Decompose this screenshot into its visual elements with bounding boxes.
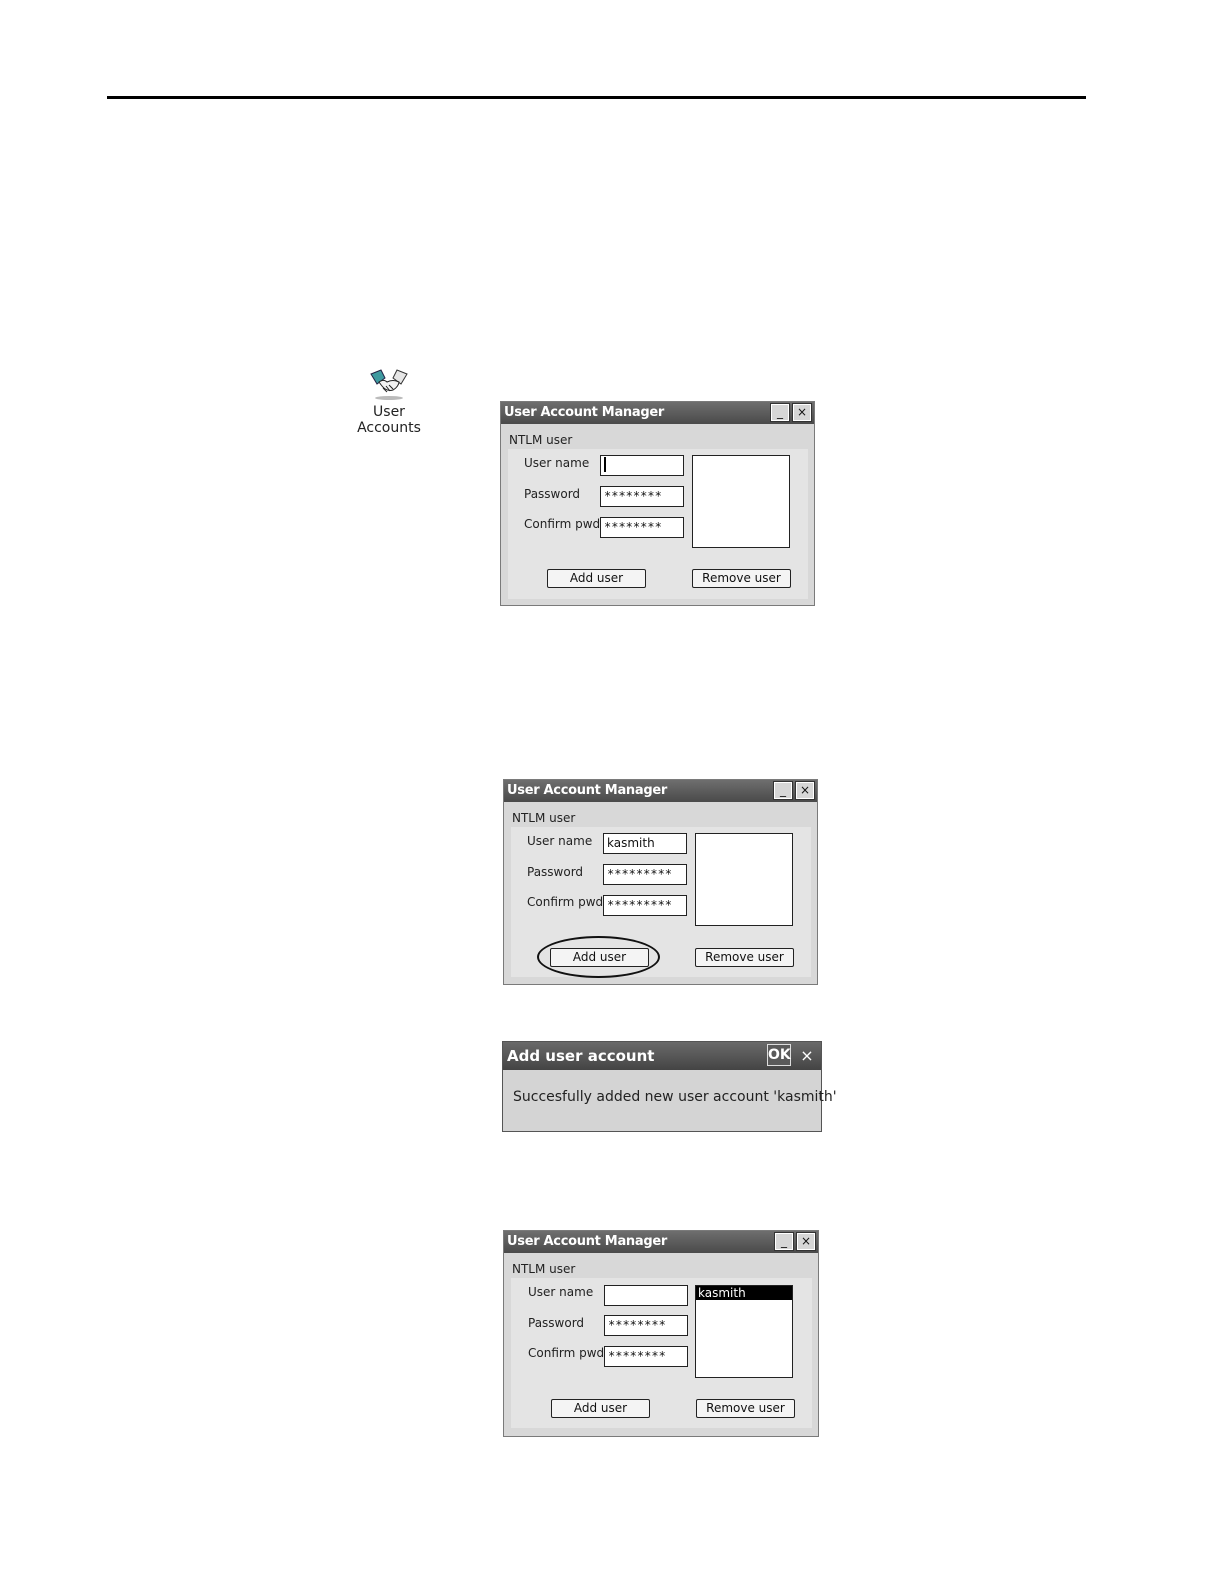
user-listbox[interactable] — [695, 833, 793, 926]
text-caret — [604, 457, 606, 472]
minimize-button[interactable]: _ — [770, 403, 790, 422]
handshake-icon — [370, 369, 408, 400]
icon-label-line2: Accounts — [357, 420, 421, 436]
confirm-pwd-label: Confirm pwd — [528, 1346, 605, 1360]
confirm-pwd-field[interactable]: ********* — [603, 895, 687, 916]
icon-label-line1: User — [373, 404, 405, 420]
user-account-manager-window-1: User Account Manager _ × NTLM user User … — [500, 401, 815, 606]
password-label: Password — [528, 1316, 585, 1330]
close-button[interactable]: × — [792, 403, 812, 422]
window-title: User Account Manager — [507, 783, 667, 798]
password-field[interactable]: ******** — [604, 1315, 688, 1336]
user-listbox[interactable]: kasmith — [695, 1285, 793, 1378]
user-accounts-desktop-icon[interactable]: User Accounts — [350, 368, 428, 436]
list-item[interactable]: kasmith — [696, 1286, 792, 1300]
minimize-button[interactable]: _ — [773, 781, 793, 800]
password-label: Password — [527, 865, 584, 879]
user-name-field[interactable]: kasmith — [603, 833, 687, 854]
title-bar[interactable]: User Account Manager _ × — [504, 1231, 818, 1253]
window-title: User Account Manager — [504, 405, 664, 420]
remove-user-button[interactable]: Remove user — [692, 569, 791, 588]
add-user-account-dialog: Add user account OK × Succesfully added … — [502, 1041, 837, 1132]
confirm-pwd-label: Confirm pwd — [527, 895, 604, 909]
user-name-field[interactable] — [600, 455, 684, 476]
remove-user-button[interactable]: Remove user — [696, 1399, 795, 1418]
group-label: NTLM user — [512, 1262, 576, 1276]
user-listbox[interactable] — [692, 455, 790, 548]
group-label: NTLM user — [512, 811, 576, 825]
minimize-button[interactable]: _ — [774, 1232, 794, 1251]
dialog-title-bar[interactable]: Add user account OK × — [503, 1042, 821, 1070]
window-title: User Account Manager — [507, 1234, 667, 1249]
close-button[interactable]: × — [796, 1232, 816, 1251]
password-label: Password — [524, 487, 581, 501]
remove-user-button[interactable]: Remove user — [695, 948, 794, 967]
title-bar[interactable]: User Account Manager _ × — [501, 402, 814, 424]
close-icon[interactable]: × — [796, 1045, 818, 1067]
user-account-manager-window-3: User Account Manager _ × NTLM user User … — [503, 1230, 819, 1437]
group-label: NTLM user — [509, 433, 573, 447]
confirm-pwd-label: Confirm pwd — [524, 517, 601, 531]
add-user-button[interactable]: Add user — [551, 1399, 650, 1418]
password-field[interactable]: ******** — [600, 486, 684, 507]
user-name-label: User name — [528, 1285, 594, 1299]
confirm-pwd-field[interactable]: ******** — [600, 517, 684, 538]
close-button[interactable]: × — [795, 781, 815, 800]
highlight-ellipse — [537, 936, 660, 978]
user-name-label: User name — [524, 456, 590, 470]
dialog-message: Succesfully added new user account 'kasm… — [513, 1089, 837, 1105]
ok-button[interactable]: OK — [767, 1044, 791, 1066]
page-header-rule — [107, 96, 1086, 99]
dialog-title: Add user account — [507, 1047, 655, 1065]
confirm-pwd-field[interactable]: ******** — [604, 1346, 688, 1367]
password-field[interactable]: ********* — [603, 864, 687, 885]
title-bar[interactable]: User Account Manager _ × — [504, 780, 817, 802]
add-user-button[interactable]: Add user — [547, 569, 646, 588]
user-name-field[interactable] — [604, 1285, 688, 1306]
user-name-label: User name — [527, 834, 593, 848]
